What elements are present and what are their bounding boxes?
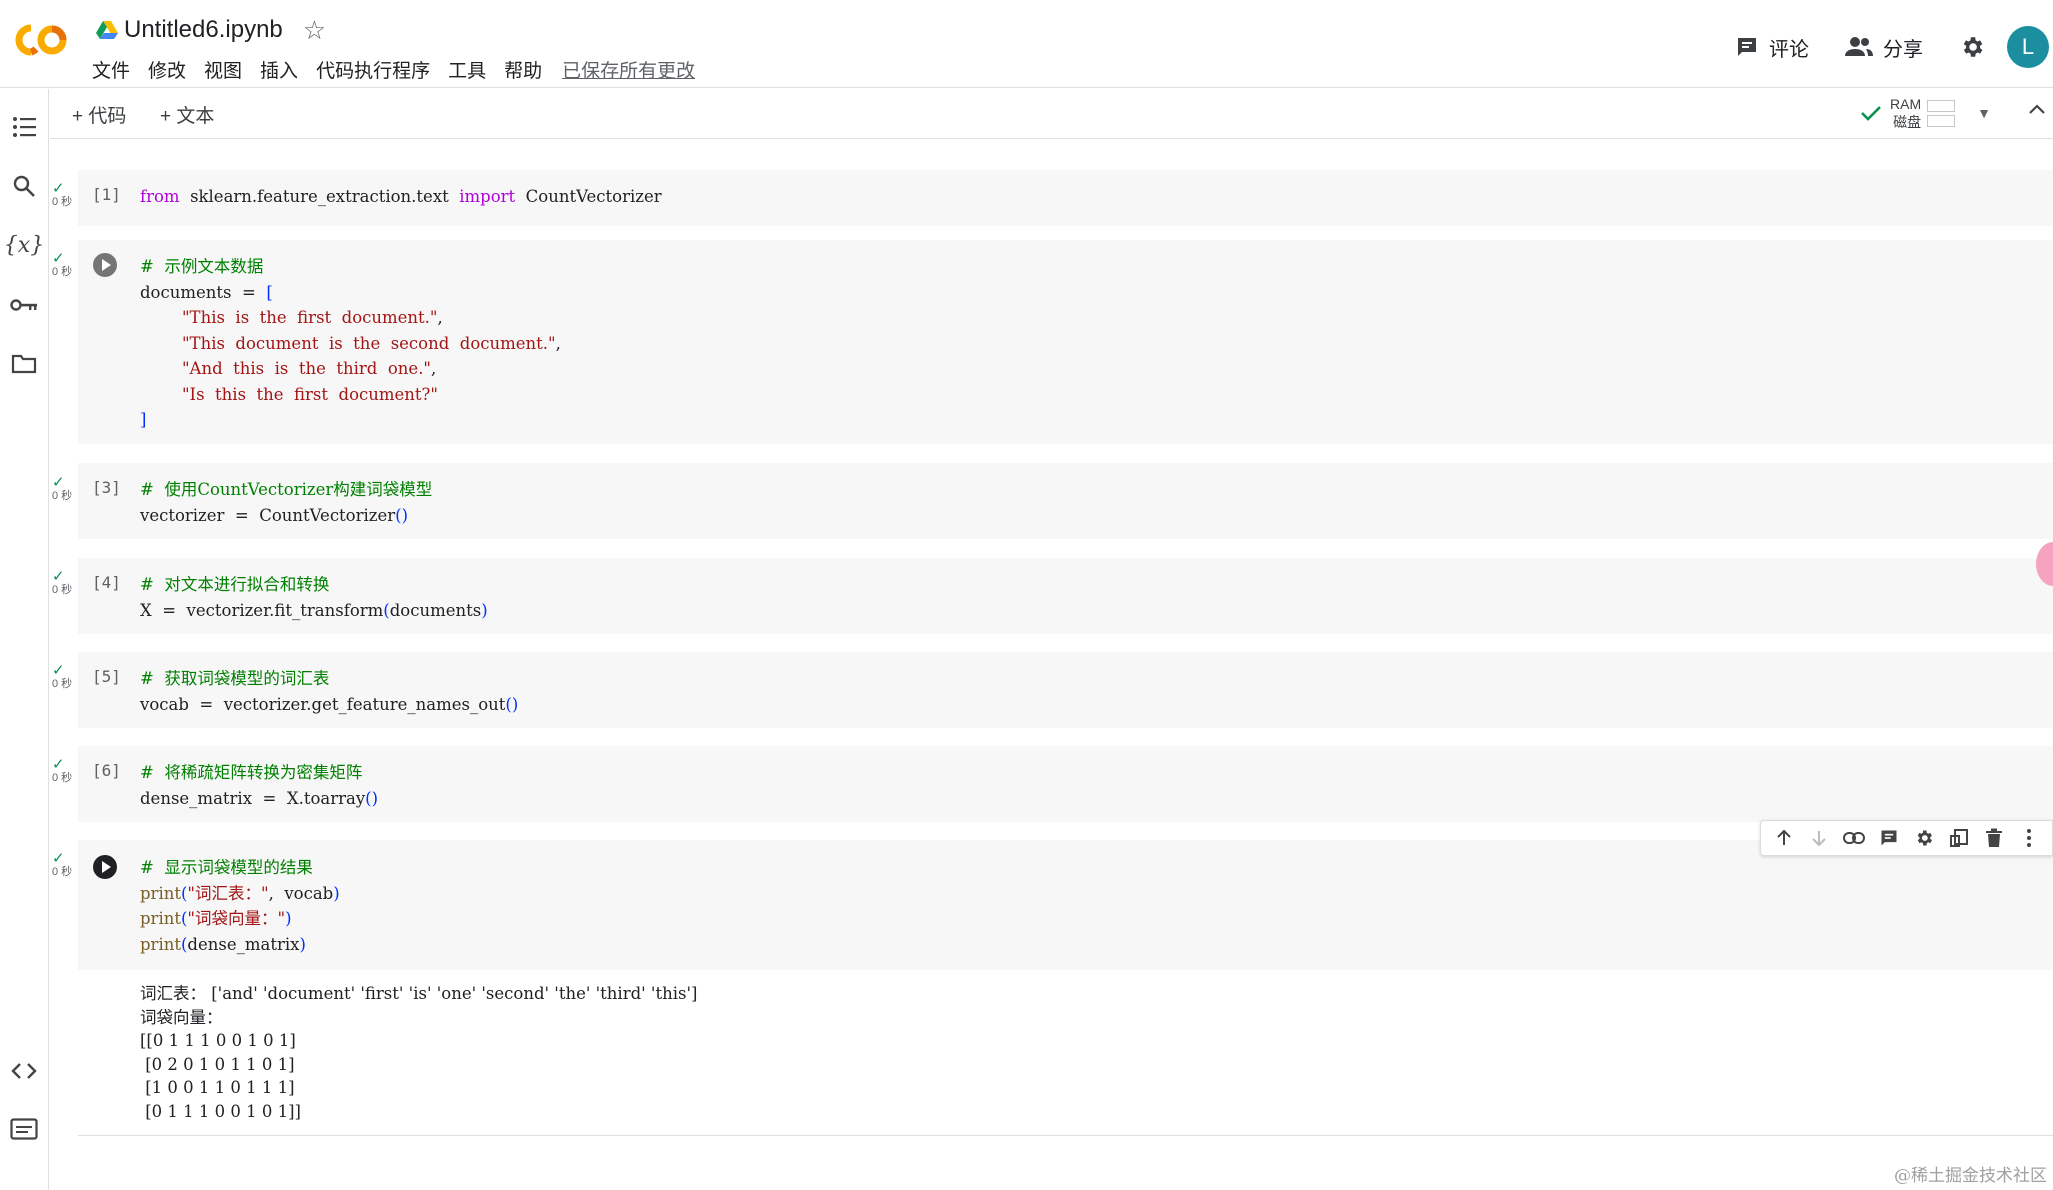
google-drive-icon xyxy=(96,21,118,39)
cell-toolbar xyxy=(1760,820,2053,856)
cell-status: ✓ 0 秒 xyxy=(52,850,78,878)
more-options-icon[interactable] xyxy=(2018,827,2040,849)
collapse-header-icon[interactable] xyxy=(2027,99,2047,119)
menu-view[interactable]: 视图 xyxy=(204,56,242,83)
cell-status: ✓ 0 秒 xyxy=(52,180,78,208)
run-cell-icon[interactable] xyxy=(92,252,118,278)
menu-help[interactable]: 帮助 xyxy=(504,56,542,83)
comment-icon xyxy=(1738,38,1756,56)
code-cell[interactable]: [3] # 使用CountVectorizer构建词袋模型 vectorizer… xyxy=(78,463,2053,539)
execution-count: [4] xyxy=(92,573,121,592)
secrets-key-icon[interactable] xyxy=(10,291,38,319)
comment-button[interactable]: 评论 xyxy=(1735,33,1809,62)
executed-check-icon: ✓ xyxy=(52,180,65,197)
code-cell[interactable]: [5] # 获取词袋模型的词汇表 vocab = vectorizer.get_… xyxy=(78,652,2053,728)
notebook-toolbar: + 代码 + 文本 RAM 磁盘 ▼ xyxy=(50,89,2053,139)
cell-settings-icon[interactable] xyxy=(1913,827,1935,849)
exec-time: 0 秒 xyxy=(52,584,73,596)
colab-logo[interactable] xyxy=(12,20,70,60)
cell-status: ✓ 0 秒 xyxy=(52,662,78,690)
code-editor[interactable]: # 对文本进行拟合和转换 X = vectorizer.fit_transfor… xyxy=(140,572,488,623)
cell-status: ✓ 0 秒 xyxy=(52,756,78,784)
add-code-button[interactable]: + 代码 xyxy=(72,101,126,128)
move-cell-up-icon[interactable] xyxy=(1773,827,1795,849)
link-icon[interactable] xyxy=(1843,827,1866,849)
variables-icon[interactable]: {x} xyxy=(4,231,44,259)
execution-count: [3] xyxy=(92,478,121,497)
cell-status: ✓ 0 秒 xyxy=(52,568,78,596)
star-icon[interactable]: ☆ xyxy=(303,15,326,46)
code-editor[interactable]: # 将稀疏矩阵转换为密集矩阵 dense_matrix = X.toarray(… xyxy=(140,760,378,811)
code-cell[interactable]: # 示例文本数据 documents = [ "This is the firs… xyxy=(78,240,2053,444)
people-icon xyxy=(1845,37,1873,56)
menu-edit[interactable]: 修改 xyxy=(148,56,186,83)
search-icon[interactable] xyxy=(10,172,38,200)
code-cell[interactable]: [6] # 将稀疏矩阵转换为密集矩阵 dense_matrix = X.toar… xyxy=(78,746,2053,822)
files-folder-icon[interactable] xyxy=(10,350,38,378)
settings-gear-icon[interactable] xyxy=(1959,34,1985,60)
code-editor[interactable]: # 获取词袋模型的词汇表 vocab = vectorizer.get_feat… xyxy=(140,666,518,717)
code-editor[interactable]: # 显示词袋模型的结果 print("词汇表：", vocab) print("… xyxy=(140,855,340,957)
share-label: 分享 xyxy=(1883,38,1923,61)
add-text-button[interactable]: + 文本 xyxy=(160,101,214,128)
notebook-title[interactable]: Untitled6.ipynb xyxy=(124,16,283,44)
command-palette-icon[interactable] xyxy=(10,1115,38,1143)
exec-time: 0 秒 xyxy=(52,490,73,502)
comment-label: 评论 xyxy=(1769,38,1809,61)
add-comment-icon[interactable] xyxy=(1878,827,1900,849)
watermark: @稀土掘金技术社区 xyxy=(1894,1166,2047,1186)
execution-count: [5] xyxy=(92,667,121,686)
run-cell-icon[interactable] xyxy=(92,854,118,880)
disk-usage-bar xyxy=(1927,114,1956,127)
app-header: Untitled6.ipynb ☆ 文件 修改 视图 插入 代码执行程序 工具 … xyxy=(0,0,2053,88)
ram-usage-bar xyxy=(1927,99,1956,112)
user-avatar[interactable]: L xyxy=(2007,26,2049,68)
left-sidebar: {x} xyxy=(0,89,49,1190)
executed-check-icon: ✓ xyxy=(52,662,65,679)
code-editor[interactable]: # 示例文本数据 documents = [ "This is the firs… xyxy=(140,254,561,433)
code-snippets-icon[interactable] xyxy=(10,1057,38,1085)
menu-insert[interactable]: 插入 xyxy=(260,56,298,83)
exec-time: 0 秒 xyxy=(52,196,73,208)
output-text: 词汇表： ['and' 'document' 'first' 'is' 'one… xyxy=(140,984,698,1121)
runtime-dropdown-icon[interactable]: ▼ xyxy=(1977,105,1991,121)
executed-check-icon: ✓ xyxy=(52,474,65,491)
saved-status[interactable]: 已保存所有更改 xyxy=(562,56,695,83)
executed-check-icon: ✓ xyxy=(52,756,65,773)
execution-count: [1] xyxy=(92,185,121,204)
code-editor[interactable]: from sklearn.feature_extraction.text imp… xyxy=(140,184,662,210)
menu-bar: 文件 修改 视图 插入 代码执行程序 工具 帮助 已保存所有更改 xyxy=(92,56,713,83)
runtime-resources[interactable]: RAM 磁盘 ▼ xyxy=(1860,95,1991,131)
executed-check-icon: ✓ xyxy=(52,568,65,585)
menu-file[interactable]: 文件 xyxy=(92,56,130,83)
executed-check-icon: ✓ xyxy=(52,250,65,267)
cell-output: 词汇表： ['and' 'document' 'first' 'is' 'one… xyxy=(78,970,2053,1136)
code-cell-focused[interactable]: # 显示词袋模型的结果 print("词汇表：", vocab) print("… xyxy=(78,840,2053,970)
code-cell[interactable]: [1] from sklearn.feature_extraction.text… xyxy=(78,170,2053,226)
menu-runtime[interactable]: 代码执行程序 xyxy=(316,56,430,83)
execution-count: [6] xyxy=(92,761,121,780)
exec-time: 0 秒 xyxy=(52,772,73,784)
share-button[interactable]: 分享 xyxy=(1845,33,1923,62)
mirror-cell-icon[interactable] xyxy=(1948,827,1970,849)
move-cell-down-icon[interactable] xyxy=(1808,827,1830,849)
exec-time: 0 秒 xyxy=(52,866,73,878)
disk-label: 磁盘 xyxy=(1893,114,1922,130)
ram-label: RAM xyxy=(1890,96,1922,112)
table-of-contents-icon[interactable] xyxy=(10,113,38,141)
delete-cell-icon[interactable] xyxy=(1983,827,2005,849)
exec-time: 0 秒 xyxy=(52,678,73,690)
menu-tools[interactable]: 工具 xyxy=(448,56,486,83)
cell-status: ✓ 0 秒 xyxy=(52,250,78,278)
cell-status: ✓ 0 秒 xyxy=(52,474,78,502)
code-cell[interactable]: [4] # 对文本进行拟合和转换 X = vectorizer.fit_tran… xyxy=(78,558,2053,634)
exec-time: 0 秒 xyxy=(52,266,73,278)
connected-check-icon xyxy=(1861,106,1881,121)
executed-check-icon: ✓ xyxy=(52,850,65,867)
code-editor[interactable]: # 使用CountVectorizer构建词袋模型 vectorizer = C… xyxy=(140,477,432,528)
